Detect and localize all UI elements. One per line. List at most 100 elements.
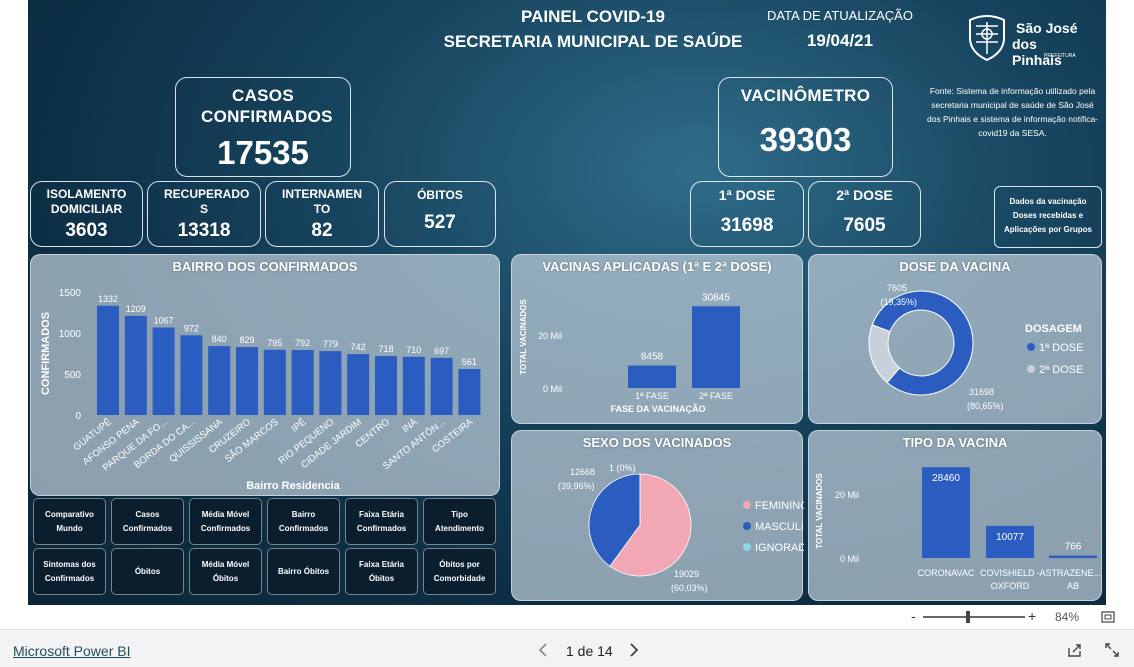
nav-button-line2: Atendimento [435, 523, 484, 533]
data-label: 561 [462, 357, 477, 367]
dose2-card: 2ª DOSE 7605 [808, 181, 921, 247]
zoom-out-button[interactable]: - [911, 608, 916, 624]
data-label: 792 [295, 338, 310, 348]
bar [236, 347, 258, 415]
nav-button-line1: Tipo [451, 509, 468, 519]
next-page-icon[interactable] [629, 643, 639, 657]
nav-button[interactable]: Média Móvel Óbitos [189, 548, 262, 595]
bar [458, 368, 481, 415]
nav-button-line1: Faixa Etária [359, 559, 404, 569]
dose-chart: 7605 (19,35%) 31698 (80,65%) DOSAGEM 1ª DOSE 2… [868, 283, 1083, 411]
y-tick-label: 1500 [59, 288, 82, 299]
nav-button-line2: Confirmados [44, 573, 95, 583]
fit-page-icon[interactable] [1101, 611, 1115, 623]
recuperados-title: RECUPERADO S [164, 187, 250, 216]
nav-button[interactable]: Bairro Óbitos [267, 548, 340, 595]
fullscreen-icon[interactable] [1104, 642, 1120, 658]
y-tick-label: 0 [75, 411, 81, 422]
nav-button-line1: Média Móvel [201, 559, 250, 569]
y-tick-label: 0 Mil [840, 554, 859, 564]
bar [124, 315, 147, 415]
legend-marker [743, 543, 751, 551]
tipo-chart: 0 Mil 20 Mil TOTAL VACINADOS 28460 CORONAVAC… [815, 467, 1103, 591]
internamento-value: 82 [311, 220, 333, 241]
data-label: 8458 [641, 352, 664, 363]
nav-button-label: Óbitos [135, 565, 160, 579]
page-indicator: 1 de 14 [566, 643, 613, 659]
nav-button[interactable]: Tipo Atendimento [423, 498, 496, 545]
logo-sub: PREFEITURA [1044, 53, 1076, 59]
nav-button-label: Média Móvel Óbitos [202, 558, 250, 586]
legend-marker [743, 522, 751, 530]
nav-button-line2: Óbitos [368, 573, 395, 583]
x-tick-label: CORONAVAC [918, 568, 975, 578]
x-tick-label: COVISHIELD - [980, 568, 1040, 578]
x-tick-label: IPÊ [290, 417, 309, 435]
logo-line1: São José [1016, 20, 1078, 36]
nav-button[interactable]: Óbitos [111, 548, 184, 595]
nav-button-label: Bairro Confirmados [279, 508, 328, 536]
footer-bar: Microsoft Power BI 1 de 14 [0, 629, 1134, 667]
power-bi-link[interactable]: Microsoft Power BI [13, 643, 130, 659]
legend-marker [1027, 343, 1035, 351]
legend-title: DOSAGEM [1025, 323, 1082, 335]
data-label: 31698 [969, 387, 994, 397]
nav-button-label: Comparativo Mundo [45, 508, 94, 536]
title-line1: PAINEL COVID-19 [521, 7, 665, 26]
nav-button-label: Média Móvel Confirmados [201, 508, 250, 536]
source-note: Fonte: Sistema de informação utilizado p… [926, 86, 1099, 138]
bar [347, 354, 370, 415]
nav-button-label: Faixa Etária Óbitos [359, 558, 404, 586]
nav-button-line1: Bairro [291, 509, 316, 519]
nav-button[interactable]: Sintomas dos Confirmados [33, 548, 106, 595]
data-label: (60,03%) [671, 583, 708, 593]
data-label: 30845 [702, 292, 730, 303]
zoom-slider-thumb[interactable] [966, 611, 970, 623]
nav-button[interactable]: Bairro Confirmados [267, 498, 340, 545]
bairro-chart: 050010001500CONFIRMADOS1332GUATUPÊ1209AF… [40, 288, 481, 492]
vac-info-button[interactable]: Dados da vacinação Doses recebidas e Apl… [994, 186, 1102, 248]
vacinometro-value: 39303 [759, 121, 852, 158]
dose2-value: 7605 [843, 215, 886, 236]
data-label: 28460 [932, 473, 960, 484]
legend-label: MASCULINO [755, 521, 804, 533]
x-axis-label: Bairro Residencia [246, 480, 340, 492]
data-label: 829 [239, 335, 254, 345]
x-tick-label: OXFORD [991, 581, 1030, 591]
share-icon[interactable] [1067, 642, 1083, 658]
casos-title: CASOS CONFIRMADOS [201, 86, 333, 126]
data-label: 779 [323, 339, 338, 349]
legend-marker [743, 501, 751, 509]
data-label: 1332 [98, 294, 118, 304]
dose1-value: 31698 [720, 215, 774, 236]
prev-page-icon[interactable] [538, 643, 548, 657]
nav-button[interactable]: Óbitos por Comorbidade [423, 548, 496, 595]
nav-button-line1: Casos [135, 509, 160, 519]
nav-button[interactable]: Média Móvel Confirmados [189, 498, 262, 545]
bar [402, 356, 425, 415]
dose2-title: 2ª DOSE [836, 187, 893, 203]
zoom-in-button[interactable]: + [1028, 608, 1036, 624]
y-axis-label: TOTAL VACINADOS [519, 299, 528, 375]
bar [375, 356, 397, 415]
bar [692, 306, 740, 388]
nav-button-line1: Faixa Etária [359, 509, 404, 519]
vac-info-line2: Doses recebidas e [1012, 211, 1084, 220]
nav-button[interactable]: Casos Confirmados [111, 498, 184, 545]
nav-button-line2: Confirmados [200, 523, 251, 533]
tipo-panel: TIPO DA VACINA 0 Mil 20 Mil TOTAL VACINADO… [808, 430, 1103, 601]
dose-panel: DOSE DA VACINA 7605 (19,35%) 31698 (80,65%)… [808, 254, 1102, 424]
nav-button[interactable]: Comparativo Mundo [33, 498, 106, 545]
nav-button-label: Sintomas dos Confirmados [43, 558, 95, 586]
zoom-slider[interactable] [923, 611, 1025, 623]
logo-line2: dos Pinhais [1012, 36, 1062, 68]
x-axis-label: FASE DA VACINAÇÃO [610, 404, 705, 414]
nav-button-line1: Óbitos [134, 566, 161, 576]
zoom-bar: - + 84% [0, 605, 1134, 629]
data-label: (19,35%) [880, 297, 917, 307]
sexo-chart: 12668 (39,96%) 1 (0%) 19029 (60,03%) FEMININO… [558, 463, 804, 593]
nav-button-line1: Comparativo [45, 509, 94, 519]
nav-button[interactable]: Faixa Etária Óbitos [345, 548, 418, 595]
nav-button[interactable]: Faixa Etária Confirmados [345, 498, 418, 545]
internamento-title: INTERNAMEN TO [282, 187, 362, 216]
